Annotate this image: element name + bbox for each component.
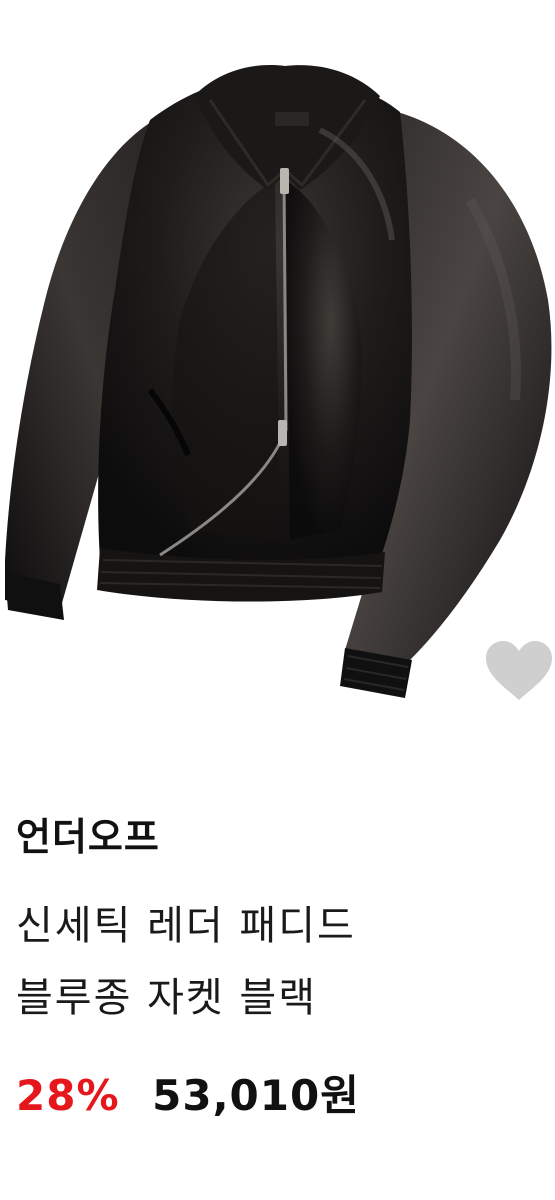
- price-row: 28% 53,010원: [16, 1066, 360, 1126]
- product-image[interactable]: [0, 0, 555, 740]
- product-card[interactable]: 언더오프 신세틱 레더 패디드 블루종 자켓 블랙 28% 53,010원: [0, 0, 555, 1200]
- sale-price: 53,010원: [152, 1071, 360, 1120]
- jacket-illustration: [5, 65, 552, 698]
- heart-icon: [486, 641, 552, 700]
- product-name-line: 블루종 자켓 블랙: [16, 975, 318, 1021]
- discount-rate: 28%: [16, 1071, 120, 1120]
- product-name-line: 신세틱 레더 패디드: [16, 903, 356, 949]
- wishlist-button[interactable]: [484, 640, 554, 702]
- product-name[interactable]: 신세틱 레더 패디드 블루종 자켓 블랙: [16, 890, 546, 1034]
- product-info: 언더오프 신세틱 레더 패디드 블루종 자켓 블랙 28% 53,010원: [0, 740, 555, 1200]
- brand-name[interactable]: 언더오프: [16, 806, 160, 861]
